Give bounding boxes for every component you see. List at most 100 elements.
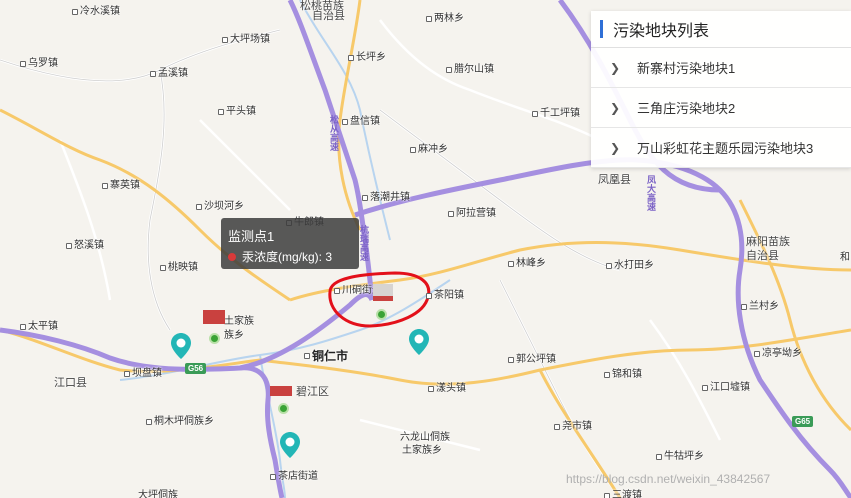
place-dot-icon	[446, 67, 452, 73]
place-label-chayang: 茶阳镇	[434, 290, 464, 301]
place-label-dapingchang: 大坪场镇	[230, 34, 270, 45]
pollution-site-panel: 污染地块列表 ❯ 新寨村污染地块1 ❯ 三角庄污染地块2 ❯ 万山彩虹花主题乐园…	[591, 11, 851, 168]
panel-accent-bar	[600, 20, 603, 38]
panel-item-label: 万山彩虹花主题乐园污染地块3	[637, 141, 814, 156]
place-dot-icon	[426, 293, 432, 299]
watermark: https://blog.csdn.net/weixin_43842567	[566, 472, 771, 486]
place-dot-icon	[304, 353, 310, 359]
place-label-niuguping: 牛牯坪乡	[664, 451, 704, 462]
location-pin-icon[interactable]	[171, 333, 191, 359]
series-dot-icon	[228, 252, 236, 261]
place-label-mengxi: 孟溪镇	[158, 68, 188, 79]
place-dot-icon	[532, 111, 538, 117]
place-dot-icon	[222, 37, 228, 43]
panel-item-site-1[interactable]: ❯ 新寨村污染地块1	[591, 48, 851, 88]
panel-header: 污染地块列表	[591, 11, 851, 48]
place-label-jiangkou: 江口县	[54, 377, 87, 389]
panel-item-label: 新寨村污染地块1	[637, 61, 736, 76]
place-label-guogongping: 郭公坪镇	[516, 354, 556, 365]
tooltip-metric-row: 汞浓度(mg/kg): 3	[228, 248, 332, 265]
place-label-pingtou: 平头镇	[226, 106, 256, 117]
place-dot-icon	[218, 109, 224, 115]
place-dot-icon	[334, 288, 340, 294]
place-label-bijiang: 碧江区	[296, 386, 329, 398]
site-marker-red[interactable]	[270, 386, 292, 396]
place-label-dapingdong: 大坪侗族	[138, 490, 178, 498]
tooltip-title: 监测点1	[228, 229, 275, 244]
place-label-chadian: 茶店街道	[278, 471, 318, 482]
place-dot-icon	[448, 211, 454, 217]
place-label-shuidatian: 水打田乡	[614, 260, 654, 271]
place-dot-icon	[72, 9, 78, 15]
place-label-liangtingao: 凉亭坳乡	[762, 348, 802, 359]
place-dot-icon	[656, 454, 662, 460]
place-dot-icon	[150, 71, 156, 77]
chevron-right-icon: ❯	[610, 60, 621, 75]
place-label-bapan: 坝盘镇	[132, 368, 162, 379]
place-dot-icon	[741, 304, 747, 310]
monitor-point-green[interactable]	[209, 333, 220, 344]
place-label-luochaojing: 落潮井镇	[370, 192, 410, 203]
place-label-jiangkouxu: 江口墟镇	[710, 382, 750, 393]
place-dot-icon	[160, 265, 166, 271]
panel-item-site-2[interactable]: ❯ 三角庄污染地块2	[591, 88, 851, 128]
place-label-qiangongping: 千工坪镇	[540, 108, 580, 119]
road-label-hangrui: 杭瑞高速	[359, 225, 369, 261]
place-dot-icon	[196, 204, 202, 210]
place-dot-icon	[270, 474, 276, 480]
place-label-mayang1: 麻阳苗族	[746, 236, 790, 248]
place-dot-icon	[508, 357, 514, 363]
place-label-sandu: 三渡镇	[612, 490, 642, 498]
place-label-laershan: 腊尔山镇	[454, 64, 494, 75]
place-dot-icon	[20, 324, 26, 330]
place-dot-icon	[754, 351, 760, 357]
monitor-point-green[interactable]	[376, 309, 387, 320]
place-dot-icon	[606, 263, 612, 269]
place-label-mayang2: 自治县	[746, 250, 779, 262]
place-label-wuluo: 乌罗镇	[28, 58, 58, 69]
place-label-lengshuixi: 冷水溪镇	[80, 6, 120, 17]
place-dot-icon	[348, 55, 354, 61]
place-label-panxin: 盘信镇	[350, 116, 380, 127]
place-label-zuxiang: 族乡	[224, 330, 244, 341]
place-dot-icon	[604, 372, 610, 378]
panel-title: 污染地块列表	[613, 23, 710, 40]
place-label-tongmuping: 桐木坪侗族乡	[154, 416, 214, 427]
chevron-right-icon: ❯	[610, 100, 621, 115]
road-label-fengda: 凤大高速	[646, 175, 656, 211]
place-label-liulongshan1: 六龙山侗族	[400, 432, 450, 443]
place-dot-icon	[428, 386, 434, 392]
place-dot-icon	[426, 16, 432, 22]
place-label-songtao2: 自治县	[312, 10, 345, 22]
place-label-lianglin: 两林乡	[434, 13, 464, 24]
place-dot-icon	[66, 243, 72, 249]
location-pin-icon[interactable]	[409, 329, 429, 355]
place-dot-icon	[102, 183, 108, 189]
place-dot-icon	[508, 261, 514, 267]
place-dot-icon	[604, 493, 610, 498]
place-dot-icon	[146, 419, 152, 425]
road-shield-g65: G65	[792, 416, 814, 427]
place-label-taiping: 太平镇	[28, 321, 58, 332]
place-label-linfeng: 林峰乡	[516, 258, 546, 269]
site-marker-gray[interactable]	[373, 284, 393, 296]
place-label-zhaiying: 寨英镇	[110, 180, 140, 191]
monitor-point-green[interactable]	[278, 403, 289, 414]
place-label-fenghuang: 凤凰县	[598, 174, 631, 186]
place-dot-icon	[20, 61, 26, 67]
monitor-tooltip: 监测点1 汞浓度(mg/kg): 3	[221, 218, 359, 269]
location-pin-icon[interactable]	[280, 432, 300, 458]
place-label-changping: 长坪乡	[356, 52, 386, 63]
place-dot-icon	[554, 424, 560, 430]
site-marker-red[interactable]	[373, 296, 393, 301]
road-label-songcong: 松从高速	[329, 115, 339, 151]
place-label-jinhe: 锦和镇	[612, 369, 642, 380]
place-label-tujiazu: 土家族	[224, 316, 254, 327]
panel-item-site-3[interactable]: ❯ 万山彩虹花主题乐园污染地块3	[591, 128, 851, 168]
site-marker-red[interactable]	[203, 310, 225, 324]
place-label-nuxi: 怒溪镇	[74, 240, 104, 251]
place-dot-icon	[410, 147, 416, 153]
place-dot-icon	[702, 385, 708, 391]
place-label-liulongshan2: 土家族乡	[402, 445, 442, 456]
panel-item-label: 三角庄污染地块2	[637, 101, 736, 116]
